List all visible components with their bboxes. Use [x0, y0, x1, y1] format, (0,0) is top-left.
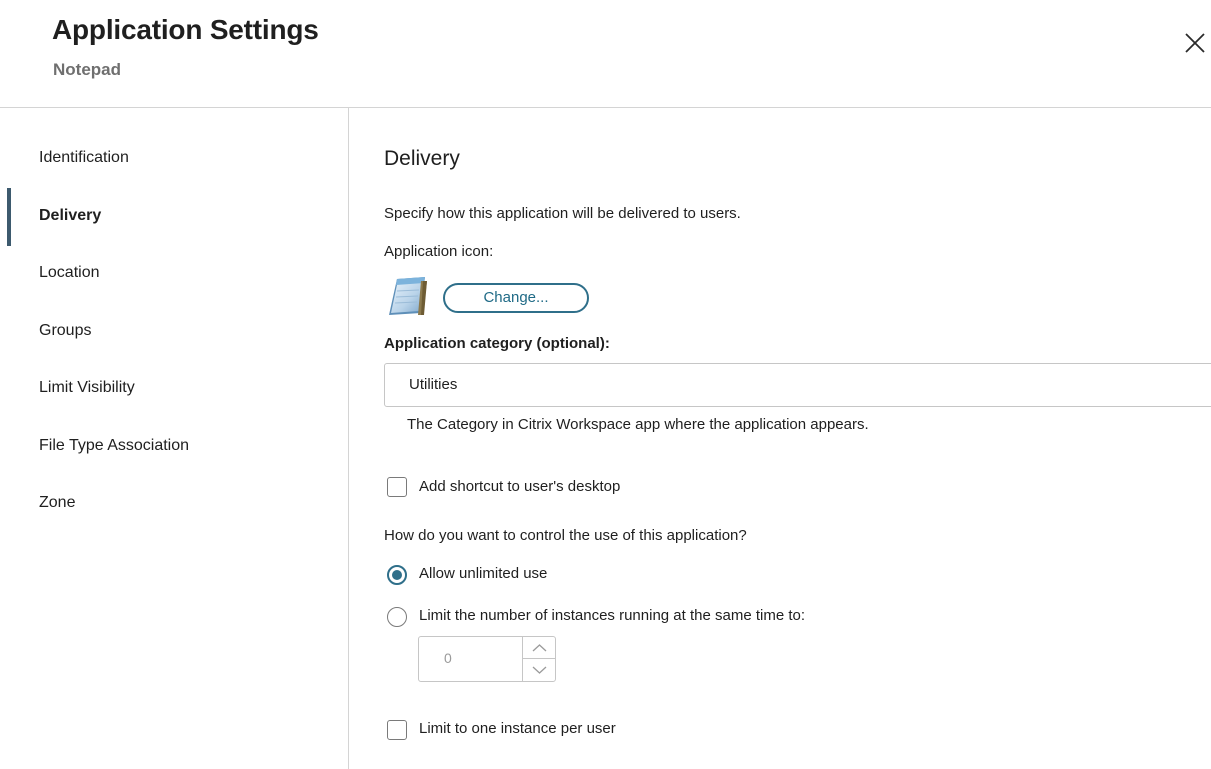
category-help-text: The Category in Citrix Workspace app whe…	[407, 416, 869, 433]
category-label: Application category (optional):	[384, 335, 610, 352]
sidebar-item-location[interactable]: Location	[39, 256, 329, 290]
application-icon-label: Application icon:	[384, 243, 494, 260]
shortcut-checkbox[interactable]	[387, 477, 407, 497]
stepper-buttons	[522, 637, 556, 681]
sidebar-item-zone[interactable]: Zone	[39, 486, 329, 520]
one-instance-label[interactable]: Limit to one instance per user	[419, 720, 616, 737]
stepper-down-button[interactable]	[523, 659, 556, 681]
radio-limit-instances-label[interactable]: Limit the number of instances running at…	[419, 607, 805, 624]
instances-value: 0	[444, 650, 452, 666]
shortcut-label[interactable]: Add shortcut to user's desktop	[419, 478, 620, 495]
sidebar-item-groups[interactable]: Groups	[39, 314, 329, 348]
settings-sidebar: Identification Delivery Location Groups …	[0, 108, 349, 769]
stepper-up-button[interactable]	[523, 637, 556, 659]
radio-limit-instances[interactable]	[387, 607, 407, 627]
delivery-description: Specify how this application will be del…	[384, 205, 741, 222]
category-value: Utilities	[409, 376, 458, 393]
notepad-icon	[385, 275, 431, 317]
section-title: Delivery	[384, 147, 460, 170]
chevron-up-icon	[532, 644, 547, 652]
category-input[interactable]: Utilities	[384, 363, 1211, 407]
dialog-header: Application Settings Notepad	[0, 0, 1211, 108]
radio-allow-unlimited-label[interactable]: Allow unlimited use	[419, 565, 547, 582]
dialog-subtitle: Notepad	[53, 60, 121, 79]
control-question: How do you want to control the use of th…	[384, 527, 747, 544]
delivery-panel: Delivery Specify how this application wi…	[350, 108, 1211, 769]
close-icon	[1185, 33, 1205, 53]
sidebar-item-file-type-association[interactable]: File Type Association	[39, 429, 329, 463]
sidebar-item-identification[interactable]: Identification	[39, 141, 329, 175]
close-button[interactable]	[1180, 28, 1210, 58]
sidebar-item-limit-visibility[interactable]: Limit Visibility	[39, 371, 329, 405]
change-icon-button[interactable]: Change...	[443, 283, 589, 313]
sidebar-item-delivery[interactable]: Delivery	[39, 199, 329, 233]
instances-stepper[interactable]: 0	[418, 636, 556, 682]
active-nav-indicator	[7, 188, 11, 246]
one-instance-checkbox[interactable]	[387, 720, 407, 740]
chevron-down-icon	[532, 666, 547, 674]
dialog-title: Application Settings	[52, 14, 319, 45]
radio-allow-unlimited[interactable]	[387, 565, 407, 585]
